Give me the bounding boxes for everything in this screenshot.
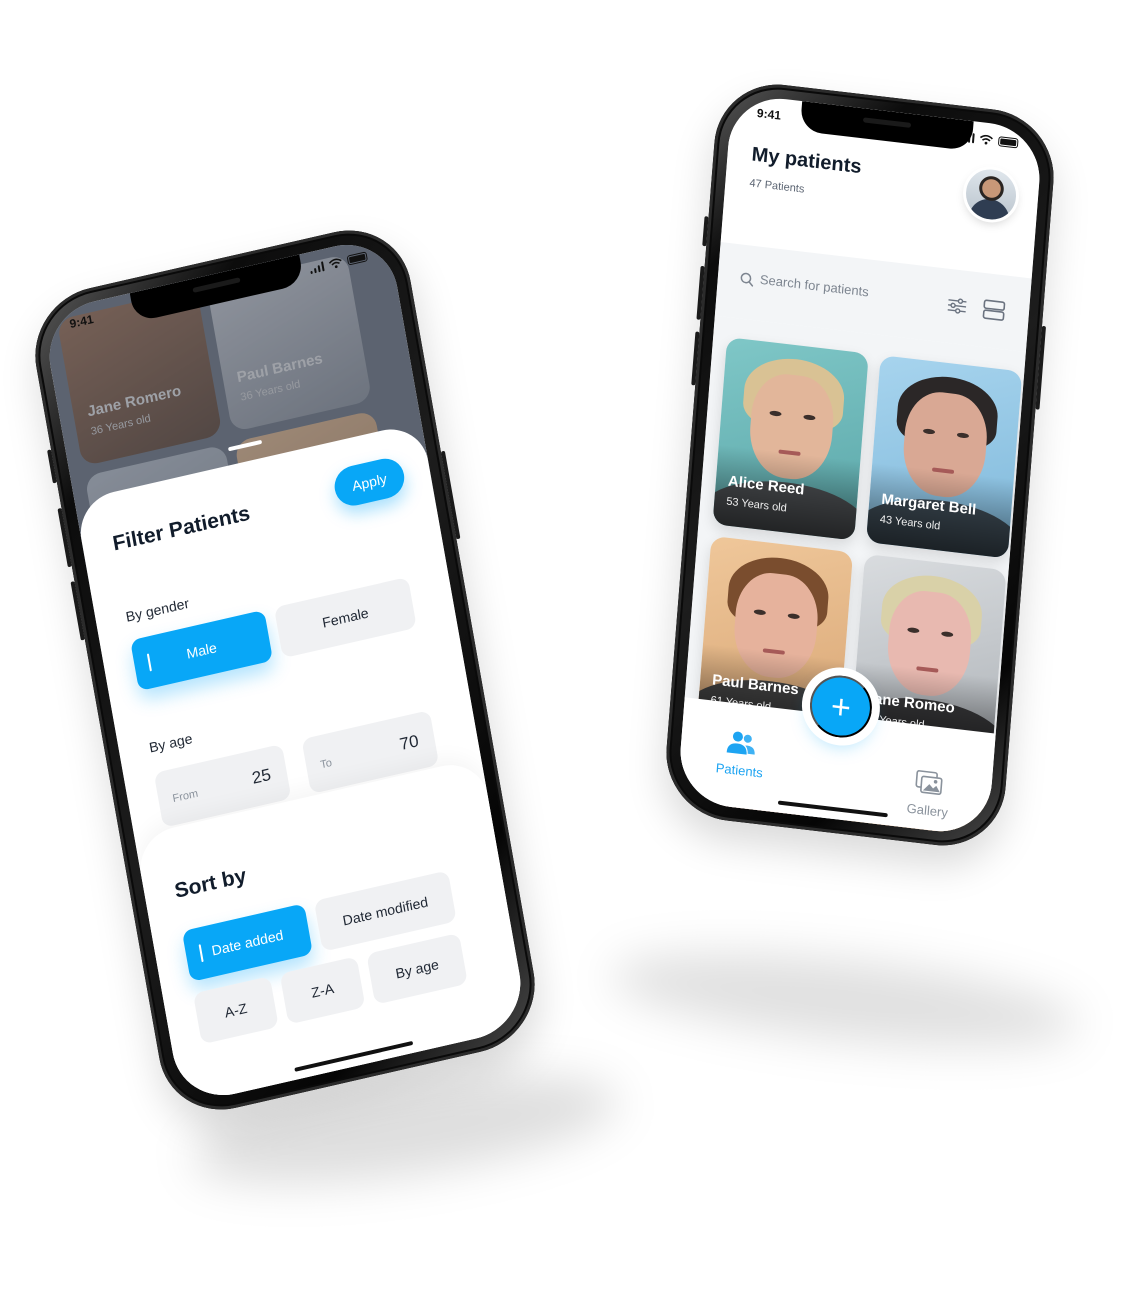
sort-by-age-chip[interactable]: By age	[366, 932, 468, 1005]
home-indicator	[777, 800, 888, 818]
mute-switch	[702, 216, 709, 247]
volume-down-button	[70, 581, 85, 641]
filter-phone: 9:41 Jane Romero 36 Years old Paul Barne…	[24, 217, 546, 1123]
status-time: 9:41	[756, 105, 782, 123]
volume-down-button	[691, 331, 700, 386]
tab-gallery[interactable]: Gallery	[887, 766, 971, 825]
patient-card[interactable]: Margaret Bell 43 Years old	[866, 355, 1023, 559]
age-to-placeholder: To	[319, 756, 333, 772]
users-icon	[726, 731, 755, 755]
right-phone-shadow	[607, 935, 1083, 1065]
battery-icon	[997, 136, 1019, 149]
list-layout-icon[interactable]	[982, 298, 1006, 322]
filter-screen: 9:41 Jane Romero 36 Years old Paul Barne…	[41, 234, 529, 1106]
patients-phone: 9:41 My patients 47 Patients Search for …	[661, 77, 1059, 853]
signal-icon	[309, 261, 325, 275]
search-input[interactable]	[759, 271, 940, 308]
sort-z-a-chip[interactable]: Z-A	[279, 956, 366, 1025]
volume-up-button	[57, 507, 72, 568]
patients-screen: 9:41 My patients 47 Patients Search for …	[676, 92, 1044, 838]
age-from-value: 25	[250, 765, 273, 788]
search-icon	[740, 272, 754, 287]
tab-label: Gallery	[906, 800, 949, 821]
age-label: By age	[147, 730, 194, 756]
age-to-value: 70	[398, 731, 421, 755]
gallery-icon	[915, 770, 943, 796]
apply-button[interactable]: Apply	[331, 454, 408, 510]
tab-patients[interactable]: Patients	[699, 725, 783, 784]
sort-title: Sort by	[172, 864, 249, 903]
age-from-placeholder: From	[171, 787, 200, 806]
gender-male-chip[interactable]: Male	[130, 609, 274, 692]
power-button	[440, 450, 461, 540]
power-button	[1035, 325, 1047, 410]
mute-switch	[47, 449, 57, 484]
gender-label: By gender	[124, 594, 191, 625]
filter-title: Filter Patients	[111, 501, 252, 556]
patient-card[interactable]: Alice Reed 53 Years old	[712, 337, 869, 541]
volume-up-button	[696, 265, 705, 320]
battery-icon	[346, 251, 369, 266]
tab-label: Patients	[715, 760, 764, 781]
wifi-icon	[328, 258, 342, 269]
sort-a-z-chip[interactable]: A-Z	[192, 976, 279, 1045]
wifi-icon	[979, 134, 993, 145]
filter-icon[interactable]	[946, 297, 967, 315]
gender-female-chip[interactable]: Female	[273, 576, 417, 659]
